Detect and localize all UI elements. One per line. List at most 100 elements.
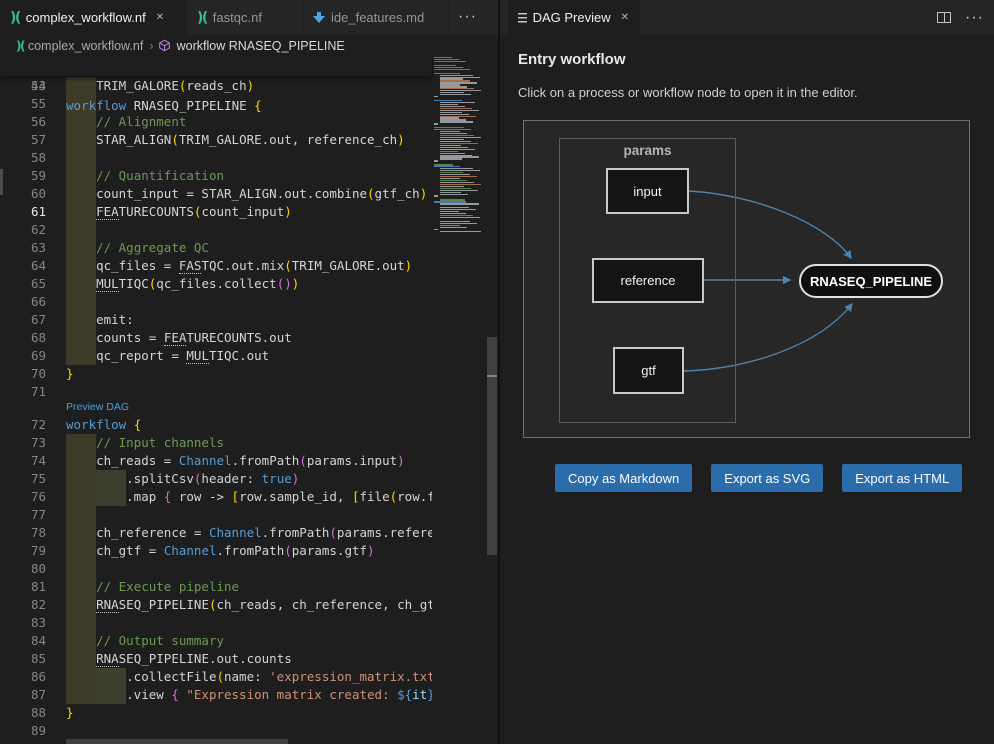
export-as-svg-button[interactable]: Export as SVG [711, 464, 823, 492]
preview-icon [518, 13, 527, 23]
vertical-scrollbar[interactable] [487, 35, 497, 744]
code-line: } [66, 365, 74, 383]
close-icon[interactable]: ✕ [621, 13, 629, 23]
code-line: .map { row -> [row.sample_id, [file(row.… [126, 488, 432, 506]
minimap-line [434, 69, 470, 70]
minimap-line [440, 231, 481, 232]
dag-node-reference[interactable]: reference [592, 258, 704, 303]
dag-export-buttons: Copy as Markdown Export as SVG Export as… [555, 464, 962, 492]
tab-ide-features[interactable]: ide_features.md [303, 0, 450, 35]
minimap-line [440, 94, 471, 95]
line-number: 62 [0, 221, 46, 239]
line-number: 77 [0, 506, 46, 524]
line-number: 86 [0, 668, 46, 686]
breadcrumb-file[interactable]: complex_workflow.nf [28, 39, 143, 53]
minimap-line [434, 160, 438, 161]
line-number: 64 [0, 257, 46, 275]
line-number: 75 [0, 470, 46, 488]
line-number: 89 [0, 722, 46, 740]
breadcrumb-symbol[interactable]: workflow RNASEQ_PIPELINE [177, 39, 345, 53]
panel-title: Entry workflow [518, 51, 626, 68]
code-line: qc_files = FASTQC.out.mix(TRIM_GALORE.ou… [96, 257, 412, 275]
line-number: 59 [0, 167, 46, 185]
code-line: ch_reads = Channel.fromPath(params.input… [96, 452, 405, 470]
more-actions-icon[interactable]: ··· [965, 9, 984, 27]
sticky-scroll-line[interactable]: 43 workflow RNASEQ_PIPELINE { [0, 56, 432, 76]
dag-node-rnaseq-pipeline[interactable]: RNASEQ_PIPELINE [799, 264, 943, 298]
symbol-namespace-icon [158, 39, 171, 52]
line-number: 82 [0, 596, 46, 614]
dag-group-label: params [560, 143, 735, 158]
code-line: ch_gtf = Channel.fromPath(params.gtf) [96, 542, 374, 560]
copy-as-markdown-button[interactable]: Copy as Markdown [555, 464, 692, 492]
code-editor[interactable]: 54TRIM_GALORE(reads_ch)5556// Alignment5… [0, 77, 432, 744]
line-number: 71 [0, 383, 46, 401]
tab-label: DAG Preview [533, 10, 611, 25]
tab-fastqc[interactable]: )( fastqc.nf [187, 0, 303, 35]
indent-guide-highlight [96, 470, 126, 506]
tab-label: ide_features.md [331, 10, 424, 25]
code-line: } [66, 704, 74, 722]
line-number: 72 [0, 416, 46, 434]
line-number: 85 [0, 650, 46, 668]
indent-guide-highlight [66, 77, 96, 365]
line-number: 74 [0, 452, 46, 470]
code-line: count_input = STAR_ALIGN.out.combine(gtf… [96, 185, 427, 203]
minimap-line [440, 217, 480, 218]
code-line: TRIM_GALORE(reads_ch) [96, 77, 254, 95]
line-number: 68 [0, 329, 46, 347]
line-number: 60 [0, 185, 46, 203]
dag-node-input[interactable]: input [606, 168, 689, 214]
line-number: 84 [0, 632, 46, 650]
minimap-line [434, 123, 438, 124]
tab-complex-workflow[interactable]: )( complex_workflow.nf ✕ [0, 0, 187, 35]
line-number: 73 [0, 434, 46, 452]
line-number: 88 [0, 704, 46, 722]
code-line: qc_report = MULTIQC.out [96, 347, 269, 365]
dag-canvas: params input reference gtf RNASEQ_PIPELI… [523, 120, 970, 438]
panel-actions: ··· [937, 0, 984, 35]
codelens-preview-dag[interactable]: Preview DAG [66, 401, 129, 415]
code-line: .splitCsv(header: true) [126, 470, 299, 488]
scrollbar-slider[interactable] [487, 337, 497, 555]
line-number: 76 [0, 488, 46, 506]
tab-dag-preview[interactable]: DAG Preview ✕ [508, 0, 640, 35]
minimap-line [440, 203, 479, 204]
line-number: 63 [0, 239, 46, 257]
minimap-line [434, 195, 438, 196]
line-number: 67 [0, 311, 46, 329]
line-number: 58 [0, 149, 46, 167]
code-line: .view { "Expression matrix created: ${it… [126, 686, 432, 704]
dag-node-gtf[interactable]: gtf [613, 347, 684, 394]
horizontal-scrollbar[interactable] [66, 739, 288, 744]
code-line: // Execute pipeline [96, 578, 239, 596]
code-line: RNASEQ_PIPELINE(ch_reads, ch_reference, … [96, 596, 432, 614]
code-line: FEATURECOUNTS(count_input) [96, 203, 292, 221]
markdown-download-icon [313, 11, 325, 24]
code-line: // Input channels [96, 434, 224, 452]
indent-guide-highlight [66, 434, 96, 704]
line-number: 65 [0, 275, 46, 293]
line-number: 87 [0, 686, 46, 704]
editor-tabbar: )( complex_workflow.nf ✕ )( fastqc.nf id… [0, 0, 498, 35]
code-line: .collectFile(name: 'expression_matrix.tx… [126, 668, 432, 686]
line-number: 79 [0, 542, 46, 560]
minimap-line [440, 121, 473, 122]
split-editor-icon[interactable] [937, 12, 951, 23]
minimap[interactable] [432, 56, 486, 744]
code-line: counts = FEATURECOUNTS.out [96, 329, 292, 347]
nextflow-icon: )( [197, 10, 207, 26]
line-number: 43 [0, 76, 46, 96]
export-as-html-button[interactable]: Export as HTML [842, 464, 962, 492]
code-line: MULTIQC(qc_files.collect()) [96, 275, 299, 293]
close-icon[interactable]: ✕ [156, 13, 164, 23]
code-line: emit: [96, 311, 134, 329]
breadcrumb: )( complex_workflow.nf › workflow RNASEQ… [0, 35, 498, 56]
line-number: 61 [0, 203, 46, 221]
indent-guide-highlight [96, 668, 126, 704]
code-line: ch_reference = Channel.fromPath(params.r… [96, 524, 432, 542]
minimap-line [440, 194, 468, 195]
tab-overflow-button[interactable]: ··· [458, 0, 477, 35]
line-number: 80 [0, 560, 46, 578]
line-number: 66 [0, 293, 46, 311]
